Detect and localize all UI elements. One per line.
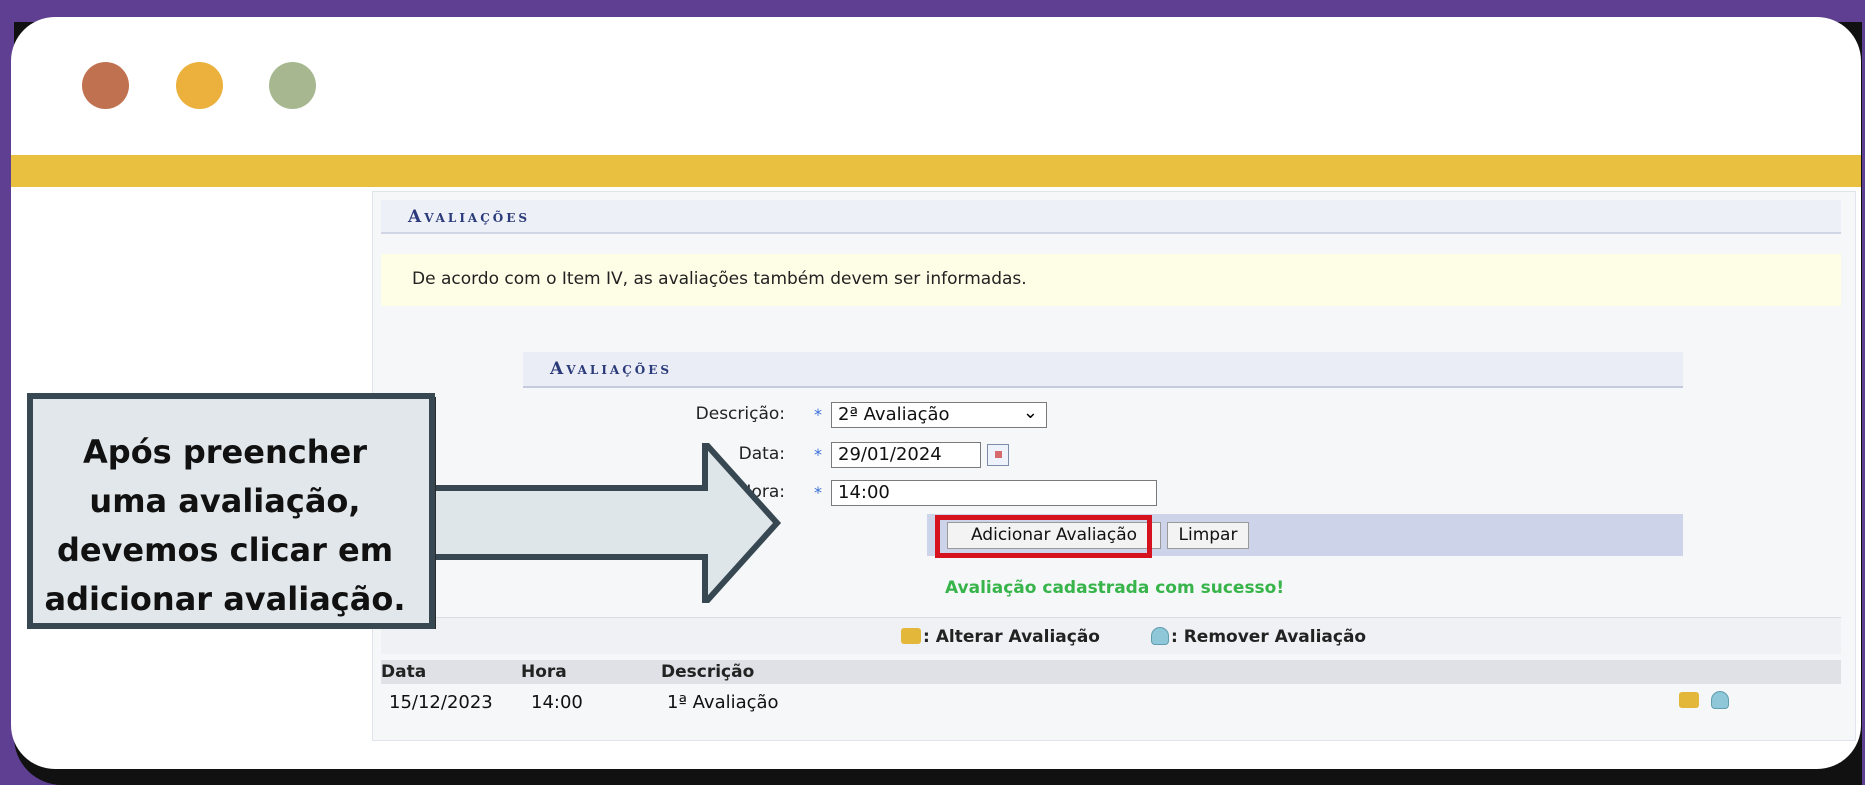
column-header-descricao: Descrição xyxy=(661,662,755,682)
callout-text: Após preencher uma avaliação, devemos cl… xyxy=(44,433,406,618)
section-title-label: Avaliações xyxy=(408,207,531,227)
subsection-title: Avaliações xyxy=(523,352,1683,388)
subsection-title-label: Avaliações xyxy=(550,359,673,379)
descricao-select[interactable]: 2ª Avaliação ⌄ xyxy=(831,402,1047,428)
legend-edit-label: : Alterar Avaliação xyxy=(923,627,1100,647)
row-actions xyxy=(1679,690,1735,711)
success-message: Avaliação cadastrada com sucesso! xyxy=(945,578,1285,598)
trash-icon xyxy=(1151,627,1169,645)
legend-remove: : Remover Avaliação xyxy=(1151,627,1366,647)
column-header-hora: Hora xyxy=(521,662,567,682)
trash-icon[interactable] xyxy=(1710,691,1729,709)
highlight-box xyxy=(935,515,1152,558)
clear-button[interactable]: Limpar xyxy=(1167,522,1249,549)
info-message: De acordo com o Item IV, as avaliações t… xyxy=(381,254,1841,306)
legend-edit: : Alterar Avaliação xyxy=(901,627,1100,647)
table-row: 15/12/2023 14:00 1ª Avaliação xyxy=(381,690,1841,718)
section-title: Avaliações xyxy=(381,200,1841,234)
row-data: 15/12/2023 xyxy=(389,692,493,713)
required-mark: * xyxy=(814,483,822,502)
legend-bar: : Alterar Avaliação : Remover Avaliação xyxy=(381,617,1841,654)
data-input[interactable]: 29/01/2024 xyxy=(831,442,981,468)
legend-remove-label: : Remover Avaliação xyxy=(1171,627,1367,647)
pointer-arrow-icon xyxy=(424,443,782,603)
row-hora: 14:00 xyxy=(531,692,583,713)
window-dot-red xyxy=(82,62,129,109)
header-stripe xyxy=(11,155,1861,187)
window-dot-green xyxy=(269,62,316,109)
edit-icon xyxy=(901,628,921,644)
calendar-icon[interactable] xyxy=(987,444,1009,466)
descricao-select-value: 2ª Avaliação xyxy=(838,404,950,425)
hora-input[interactable]: 14:00 xyxy=(831,480,1157,506)
table-header: Data Hora Descrição xyxy=(381,660,1841,684)
column-header-data: Data xyxy=(381,662,427,682)
edit-icon[interactable] xyxy=(1679,692,1699,708)
chevron-down-icon: ⌄ xyxy=(1022,402,1038,423)
window-dot-yellow xyxy=(176,62,223,109)
row-descricao: 1ª Avaliação xyxy=(667,692,779,713)
required-mark: * xyxy=(814,445,822,464)
info-message-text: De acordo com o Item IV, as avaliações t… xyxy=(412,269,1027,289)
required-mark: * xyxy=(814,405,822,424)
callout-box: Após preencher uma avaliação, devemos cl… xyxy=(16,377,438,632)
descricao-label: Descrição: xyxy=(695,404,785,424)
